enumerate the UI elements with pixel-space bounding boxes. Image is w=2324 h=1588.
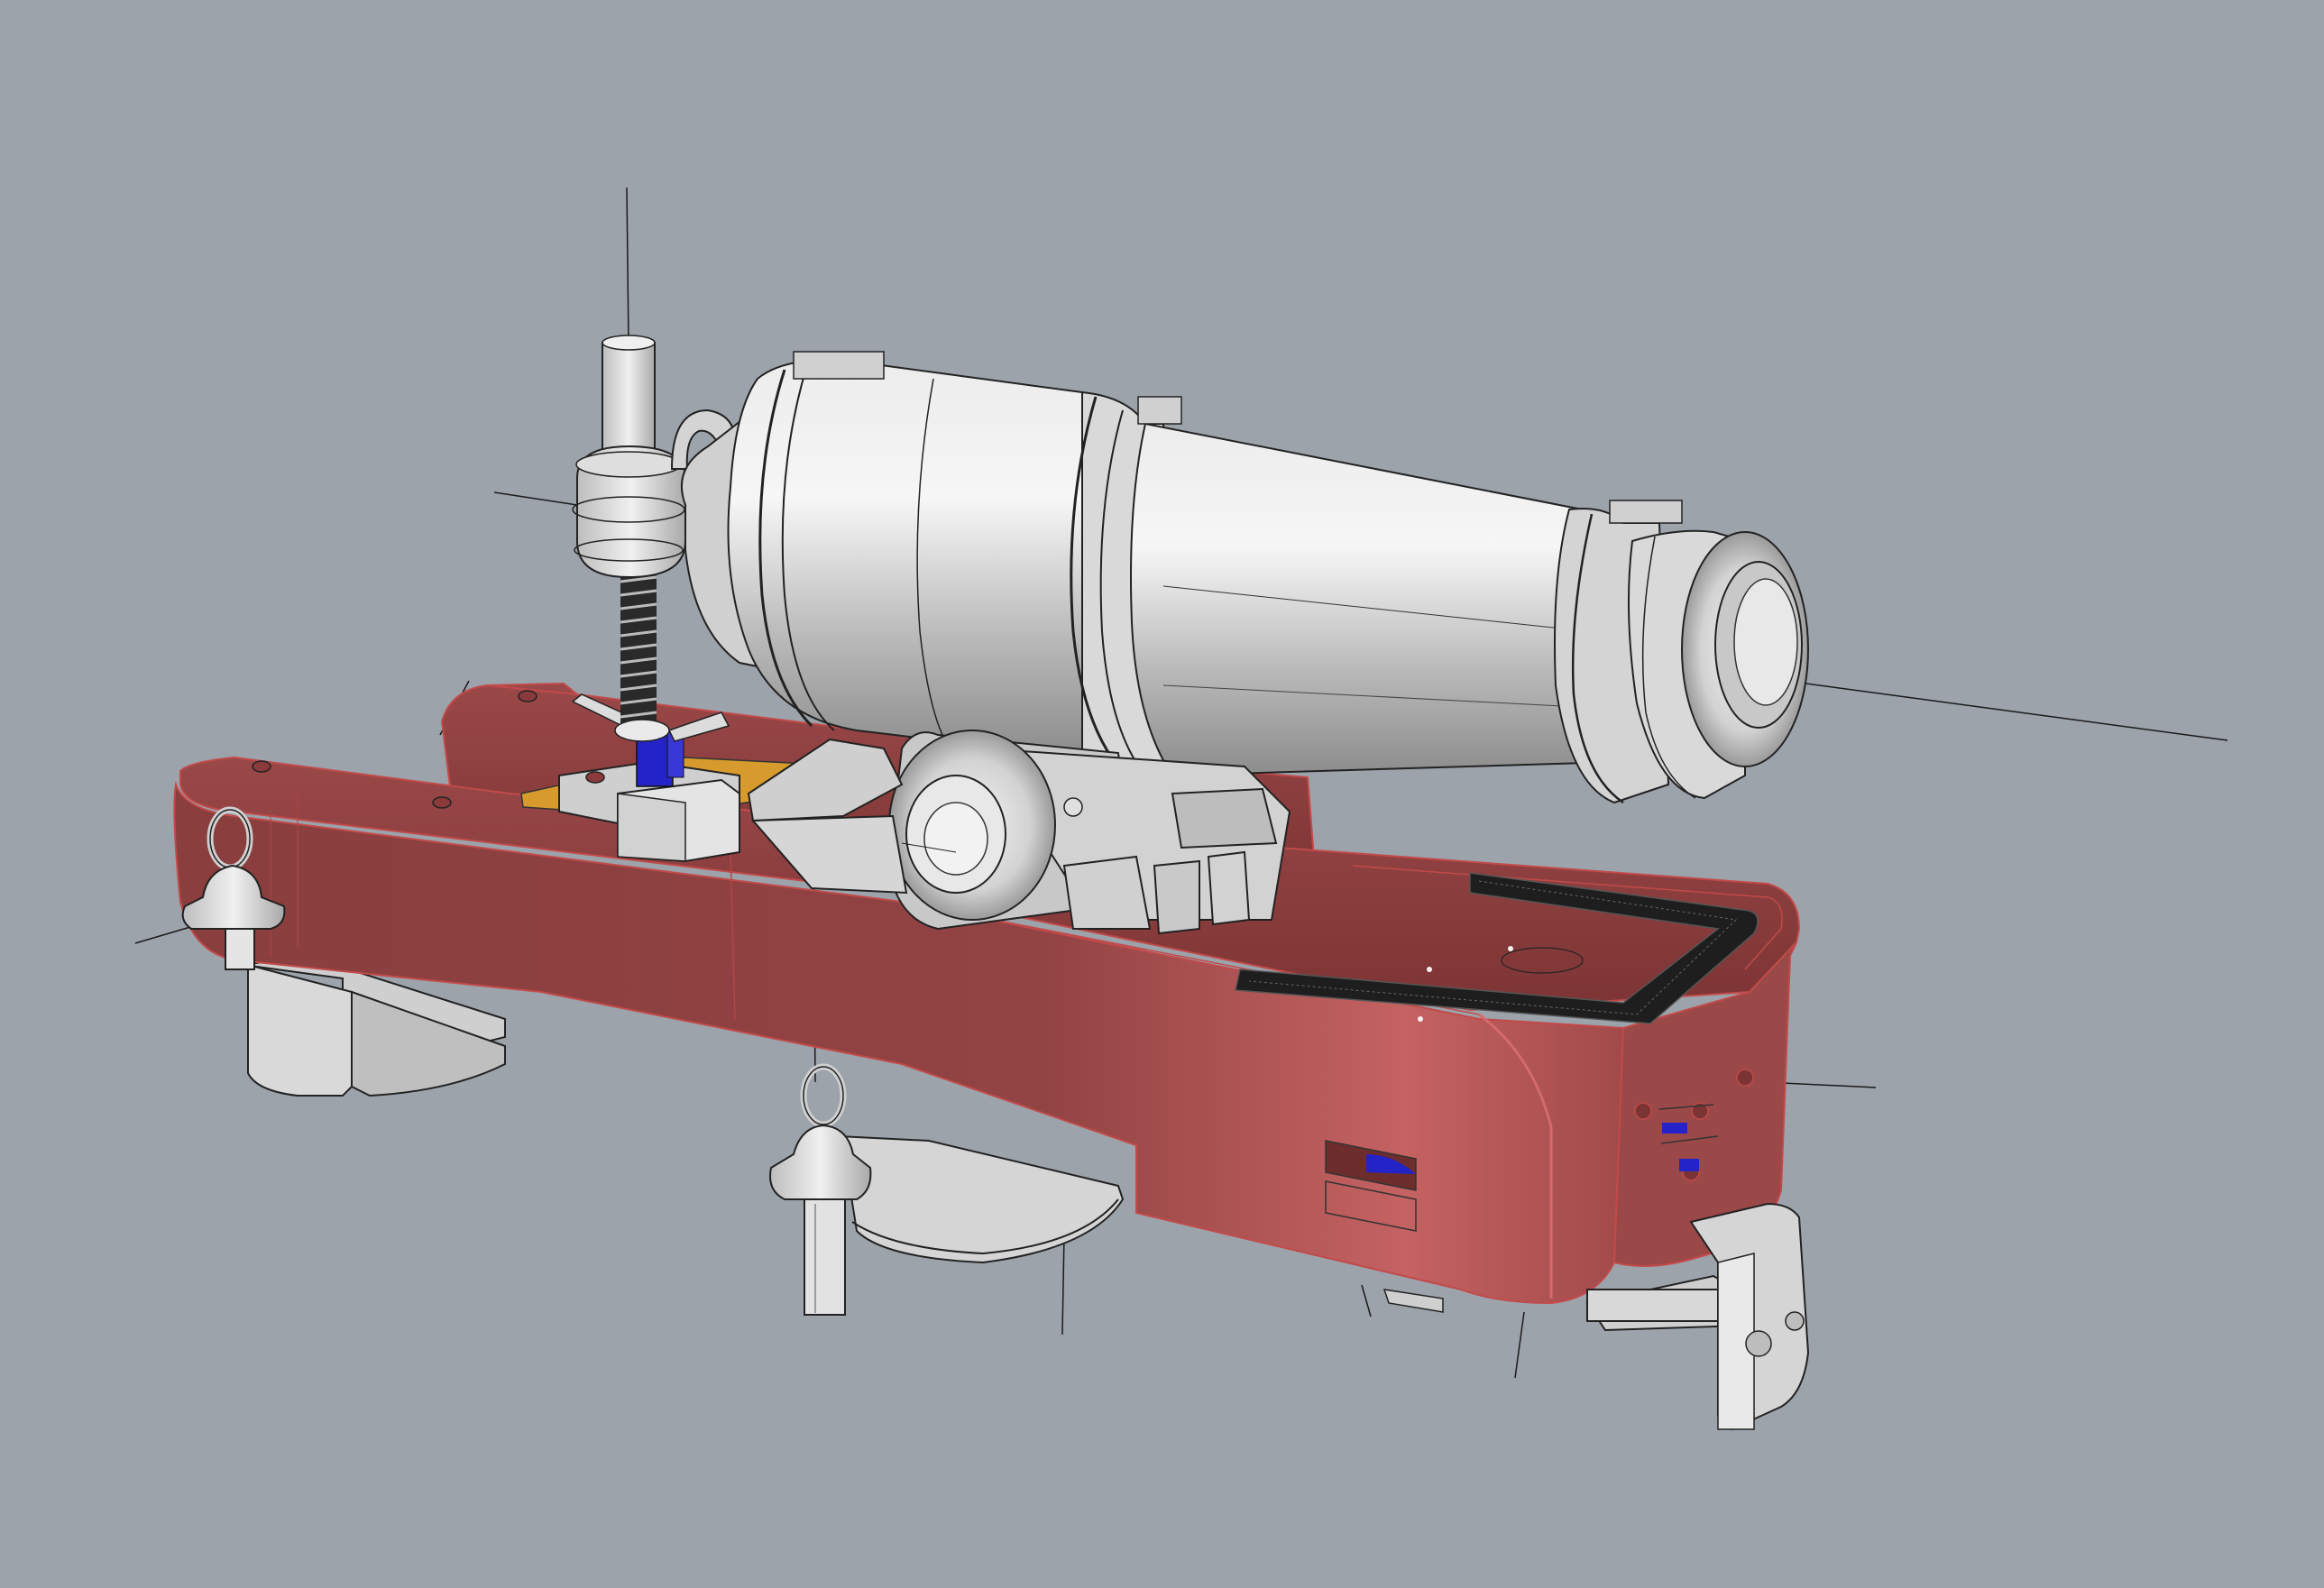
model-canvas[interactable] [0, 0, 2324, 1588]
3d-viewport[interactable] [0, 0, 2324, 1588]
ring-bolt-center[interactable] [769, 1063, 872, 1316]
